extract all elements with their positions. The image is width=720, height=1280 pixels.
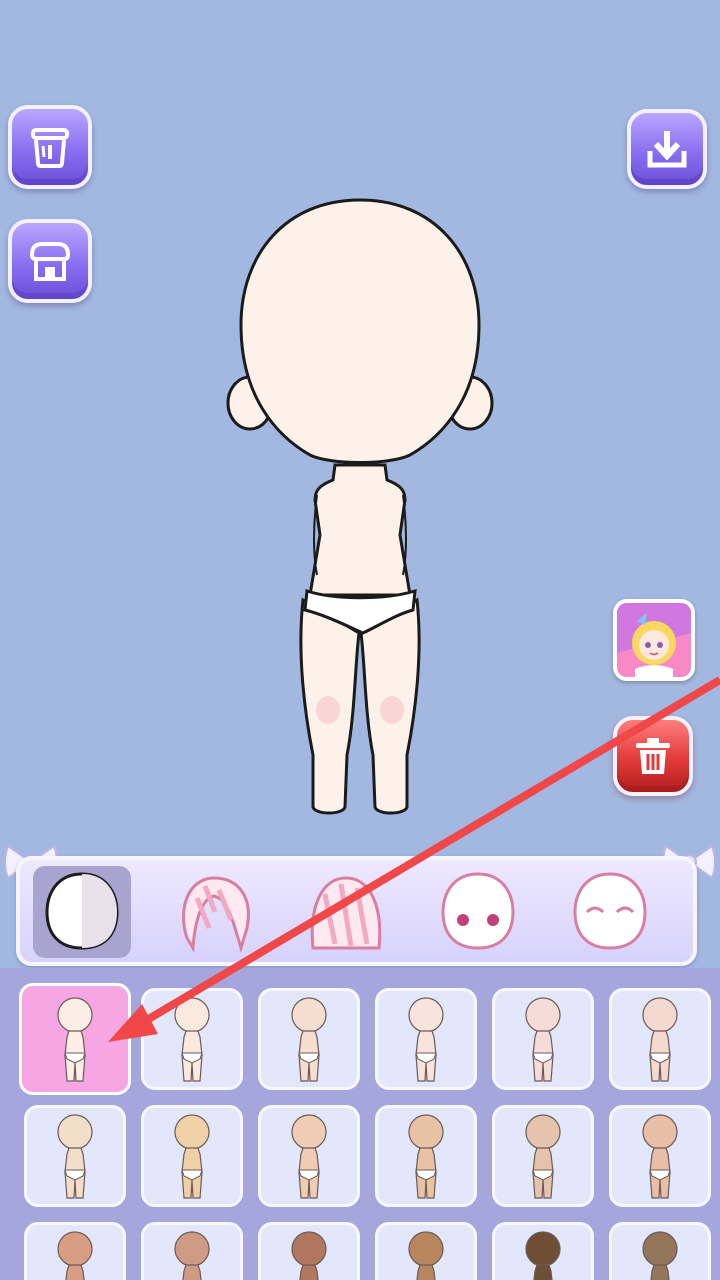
tab-face[interactable] xyxy=(561,866,659,958)
skin-tone-option[interactable] xyxy=(24,1222,126,1280)
download-button[interactable] xyxy=(627,109,707,189)
tab-front-hair[interactable] xyxy=(165,866,263,958)
body-preview-icon xyxy=(174,1114,210,1199)
tab-body[interactable] xyxy=(33,866,131,958)
tab-back-hair[interactable] xyxy=(297,866,395,958)
character-stage xyxy=(0,0,720,960)
body-preview-icon xyxy=(291,1114,327,1199)
skin-tone-option[interactable] xyxy=(258,1105,360,1207)
shop-icon xyxy=(29,242,71,281)
download-icon xyxy=(647,131,687,168)
skin-tone-option[interactable] xyxy=(609,1222,711,1280)
body-preview-icon xyxy=(408,1231,444,1280)
body-preview-icon xyxy=(57,1231,93,1280)
body-preview-icon xyxy=(408,1114,444,1199)
trash-can-icon xyxy=(636,738,670,774)
body-preview-icon xyxy=(291,997,327,1082)
skin-tone-option[interactable] xyxy=(492,988,594,1090)
skin-tone-option[interactable] xyxy=(492,1105,594,1207)
body-preview-icon xyxy=(174,997,210,1082)
body-preview-icon xyxy=(174,1231,210,1280)
skin-tone-option[interactable] xyxy=(141,988,243,1090)
trash-bin-icon xyxy=(31,128,69,168)
skin-tone-option[interactable] xyxy=(492,1222,594,1280)
skin-tone-option[interactable] xyxy=(609,988,711,1090)
body-preview-icon xyxy=(291,1231,327,1280)
skin-tone-option[interactable] xyxy=(609,1105,711,1207)
delete-button[interactable] xyxy=(8,105,92,189)
skin-tone-option[interactable] xyxy=(141,1105,243,1207)
front-hair-icon xyxy=(182,876,250,954)
body-preview-icon xyxy=(642,1231,678,1280)
skin-tone-option[interactable] xyxy=(19,983,131,1095)
back-hair-icon xyxy=(310,876,382,950)
skin-tone-option[interactable] xyxy=(24,1105,126,1207)
eyes-icon xyxy=(441,872,515,950)
body-preview-icon xyxy=(57,997,93,1082)
tab-eyes[interactable] xyxy=(429,866,527,958)
skin-tone-option[interactable] xyxy=(141,1222,243,1280)
body-preview-icon xyxy=(642,997,678,1082)
skin-tone-option[interactable] xyxy=(375,988,477,1090)
character-body xyxy=(226,198,494,815)
promo-app-icon[interactable] xyxy=(613,599,695,681)
skin-tone-panel xyxy=(0,968,720,1280)
anime-girl-icon xyxy=(617,603,691,677)
body-preview-icon xyxy=(525,997,561,1082)
body-preview-icon xyxy=(525,1231,561,1280)
body-preview-icon xyxy=(525,1114,561,1199)
category-bar xyxy=(16,856,697,966)
shop-button[interactable] xyxy=(8,219,92,303)
body-preview-icon xyxy=(57,1114,93,1199)
skin-tone-option[interactable] xyxy=(375,1222,477,1280)
skin-tone-option[interactable] xyxy=(258,1222,360,1280)
body-preview-icon xyxy=(408,997,444,1082)
skin-tone-option[interactable] xyxy=(375,1105,477,1207)
body-icon xyxy=(45,872,119,950)
face-icon xyxy=(573,872,647,950)
clear-button[interactable] xyxy=(613,716,693,796)
skin-tone-option[interactable] xyxy=(258,988,360,1090)
body-preview-icon xyxy=(642,1114,678,1199)
